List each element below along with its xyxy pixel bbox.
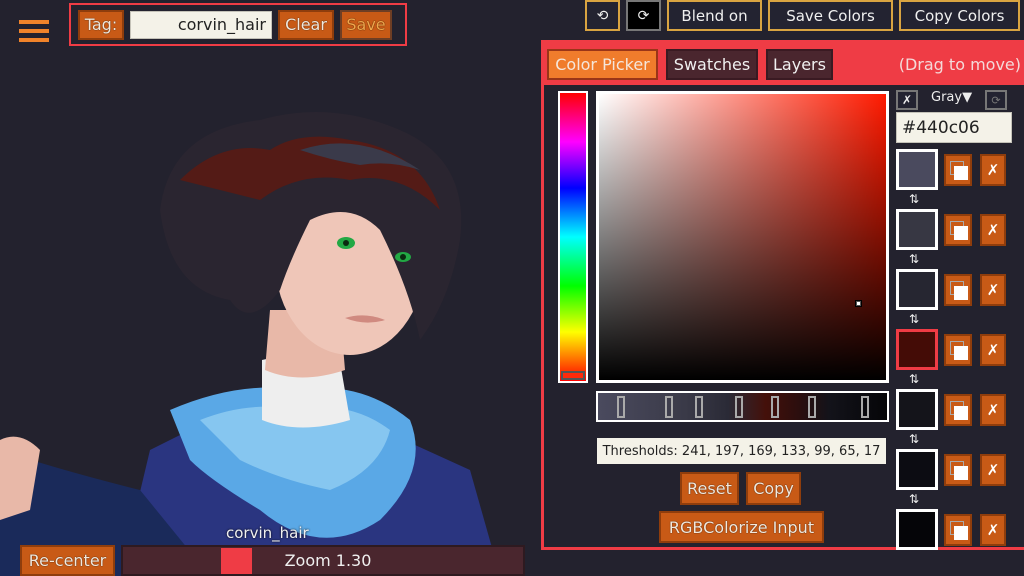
zoom-label: Zoom 1.30	[284, 551, 372, 570]
blend-toggle-button[interactable]: Blend on	[667, 0, 762, 31]
save-colors-button[interactable]: Save Colors	[768, 0, 893, 31]
threshold-handle[interactable]	[771, 396, 780, 418]
swatch-color[interactable]	[896, 389, 938, 430]
reset-button[interactable]: Reset	[680, 472, 739, 505]
threshold-handle[interactable]	[665, 396, 673, 418]
duplicate-swatch-icon[interactable]	[944, 334, 972, 366]
swatch-color[interactable]	[896, 449, 938, 490]
color-panel: Color Picker Swatches Layers (Drag to mo…	[541, 40, 1024, 550]
portrait-image	[0, 112, 500, 576]
save-button[interactable]: Save	[340, 9, 392, 40]
swap-swatches-icon[interactable]: ⇅	[909, 492, 919, 506]
duplicate-swatch-icon[interactable]	[944, 214, 972, 246]
copy-colors-button[interactable]: Copy Colors	[899, 0, 1020, 31]
redo-icon[interactable]: ⟳	[626, 0, 661, 31]
top-toolbar: ⟲ ⟳ Blend on Save Colors Copy Colors	[585, 0, 1020, 31]
tab-layers[interactable]: Layers	[766, 48, 833, 80]
copy-front-square	[954, 166, 968, 180]
swatch-color[interactable]	[896, 509, 938, 550]
copy-front-square	[954, 346, 968, 360]
hamburger-line	[19, 20, 49, 24]
delete-swatch-icon[interactable]: ✗	[980, 454, 1006, 486]
tag-input[interactable]	[130, 10, 272, 39]
hue-slider[interactable]	[558, 91, 588, 383]
copy-front-square	[954, 286, 968, 300]
threshold-handle[interactable]	[860, 396, 869, 418]
copy-front-square	[954, 226, 968, 240]
swatch-color[interactable]	[896, 209, 938, 250]
threshold-handle[interactable]	[808, 396, 817, 418]
copy-front-square	[954, 526, 968, 540]
swatch-color[interactable]	[896, 269, 938, 310]
hex-color-input[interactable]	[896, 112, 1012, 143]
duplicate-swatch-icon[interactable]	[944, 274, 972, 306]
duplicate-swatch-icon[interactable]	[944, 514, 972, 546]
layer-name-label: corvin_hair	[226, 524, 309, 542]
delete-swatch-icon[interactable]: ✗	[980, 514, 1006, 546]
thresholds-readout: Thresholds: 241, 197, 169, 133, 99, 65, …	[597, 438, 886, 464]
clear-button[interactable]: Clear	[278, 9, 334, 40]
zoom-slider[interactable]: Zoom 1.30	[121, 545, 525, 576]
copy-front-square	[954, 406, 968, 420]
clear-swatches-icon[interactable]: ✗	[896, 90, 918, 110]
tab-color-picker[interactable]: Color Picker	[547, 48, 658, 80]
swap-swatches-icon[interactable]: ⇅	[909, 312, 919, 326]
threshold-handle[interactable]	[695, 396, 704, 418]
duplicate-swatch-icon[interactable]	[944, 454, 972, 486]
image-canvas[interactable]	[0, 90, 540, 576]
delete-swatch-icon[interactable]: ✗	[980, 214, 1006, 246]
swatch-color[interactable]	[896, 149, 938, 190]
drag-hint: (Drag to move)	[898, 54, 1021, 74]
undo-icon[interactable]: ⟲	[585, 0, 620, 31]
swap-swatches-icon[interactable]: ⇅	[909, 432, 919, 446]
copy-front-square	[954, 466, 968, 480]
swap-swatches-icon[interactable]: ⇅	[909, 252, 919, 266]
threshold-gradient-bar[interactable]	[596, 391, 889, 422]
sv-picker-cursor[interactable]	[855, 300, 862, 307]
swap-swatches-icon[interactable]: ⇅	[909, 372, 919, 386]
hue-slider-handle[interactable]	[561, 371, 585, 380]
tab-swatches[interactable]: Swatches	[666, 48, 758, 80]
tag-bar: Tag: Clear Save	[69, 3, 407, 46]
swatch-color[interactable]	[896, 329, 938, 370]
hamburger-line	[19, 38, 49, 42]
threshold-handle[interactable]	[617, 396, 626, 418]
color-mode-dropdown[interactable]: Gray▼	[931, 90, 972, 105]
delete-swatch-icon[interactable]: ✗	[980, 154, 1006, 186]
hamburger-menu-icon[interactable]	[19, 20, 49, 44]
rgbcolorize-input-button[interactable]: RGBColorize Input	[659, 511, 824, 543]
recenter-button[interactable]: Re-center	[20, 545, 115, 576]
delete-swatch-icon[interactable]: ✗	[980, 334, 1006, 366]
duplicate-swatch-icon[interactable]	[944, 394, 972, 426]
threshold-handle[interactable]	[734, 396, 743, 418]
delete-swatch-icon[interactable]: ✗	[980, 274, 1006, 306]
saturation-value-picker[interactable]	[596, 91, 889, 383]
refresh-icon[interactable]: ⟳	[985, 90, 1007, 110]
panel-header-drag-handle[interactable]: Color Picker Swatches Layers (Drag to mo…	[544, 43, 1024, 85]
copy-button[interactable]: Copy	[746, 472, 801, 505]
hamburger-line	[19, 29, 49, 33]
delete-swatch-icon[interactable]: ✗	[980, 394, 1006, 426]
duplicate-swatch-icon[interactable]	[944, 154, 972, 186]
swap-swatches-icon[interactable]: ⇅	[909, 192, 919, 206]
tag-label: Tag:	[78, 9, 124, 40]
